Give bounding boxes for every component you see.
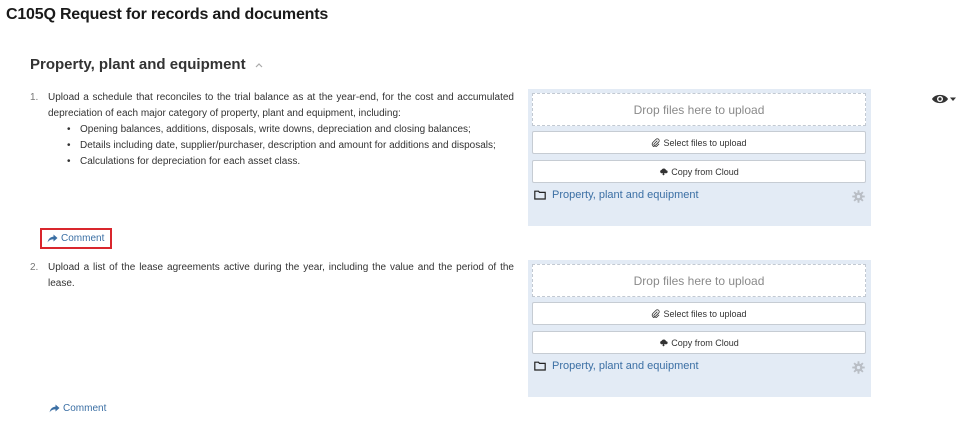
select-files-label: Select files to upload [663, 137, 747, 148]
request-item: 1. Upload a schedule that reconciles to … [30, 90, 514, 170]
item-number: 2. [30, 262, 39, 273]
caret-down-icon [950, 97, 956, 101]
drop-zone[interactable]: Drop files here to upload [532, 93, 866, 126]
item-bullet: Calculations for depreciation for each a… [67, 154, 514, 170]
copy-from-cloud-label: Copy from Cloud [671, 166, 739, 177]
copy-from-cloud-button[interactable]: Copy from Cloud [532, 160, 866, 183]
copy-from-cloud-label: Copy from Cloud [671, 337, 739, 348]
comment-label: Comment [61, 233, 105, 244]
folder-label: Property, plant and equipment [552, 360, 699, 372]
request-item: 2. Upload a list of the lease agreements… [30, 260, 514, 292]
select-files-button[interactable]: Select files to upload [532, 131, 866, 154]
chevron-up-icon[interactable] [254, 60, 264, 70]
item-bullet-list: Opening balances, additions, disposals, … [67, 122, 514, 170]
drop-zone[interactable]: Drop files here to upload [532, 264, 866, 297]
eye-icon [932, 94, 948, 104]
folder-link[interactable]: Property, plant and equipment [534, 189, 699, 201]
item-text: Upload a schedule that reconciles to the… [48, 92, 514, 119]
comment-link[interactable]: Comment [49, 403, 106, 414]
cloud-download-icon [660, 168, 668, 176]
share-arrow-icon [47, 234, 58, 243]
folder-link[interactable]: Property, plant and equipment [534, 360, 699, 372]
cloud-download-icon [660, 339, 668, 347]
paperclip-icon [652, 138, 661, 147]
upload-panel: Drop files here to upload Select files t… [528, 260, 871, 397]
gear-icon[interactable] [852, 361, 865, 374]
paperclip-icon [652, 309, 661, 318]
visibility-menu-button[interactable] [931, 93, 956, 105]
item-bullet: Opening balances, additions, disposals, … [67, 122, 514, 138]
section-header[interactable]: Property, plant and equipment [30, 56, 264, 73]
item-number: 1. [30, 92, 39, 103]
item-bullet: Details including date, supplier/purchas… [67, 138, 514, 154]
comment-link[interactable]: Comment [39, 228, 113, 249]
folder-label: Property, plant and equipment [552, 189, 699, 201]
page-title: C105Q Request for records and documents [6, 6, 329, 23]
select-files-button[interactable]: Select files to upload [532, 302, 866, 325]
item-text: Upload a list of the lease agreements ac… [48, 262, 514, 289]
folder-icon [534, 190, 546, 200]
select-files-label: Select files to upload [663, 308, 747, 319]
copy-from-cloud-button[interactable]: Copy from Cloud [532, 331, 866, 354]
gear-icon[interactable] [852, 190, 865, 203]
upload-panel: Drop files here to upload Select files t… [528, 89, 871, 226]
section-title: Property, plant and equipment [30, 56, 246, 73]
share-arrow-icon [49, 404, 60, 413]
comment-label: Comment [63, 403, 107, 414]
folder-icon [534, 361, 546, 371]
